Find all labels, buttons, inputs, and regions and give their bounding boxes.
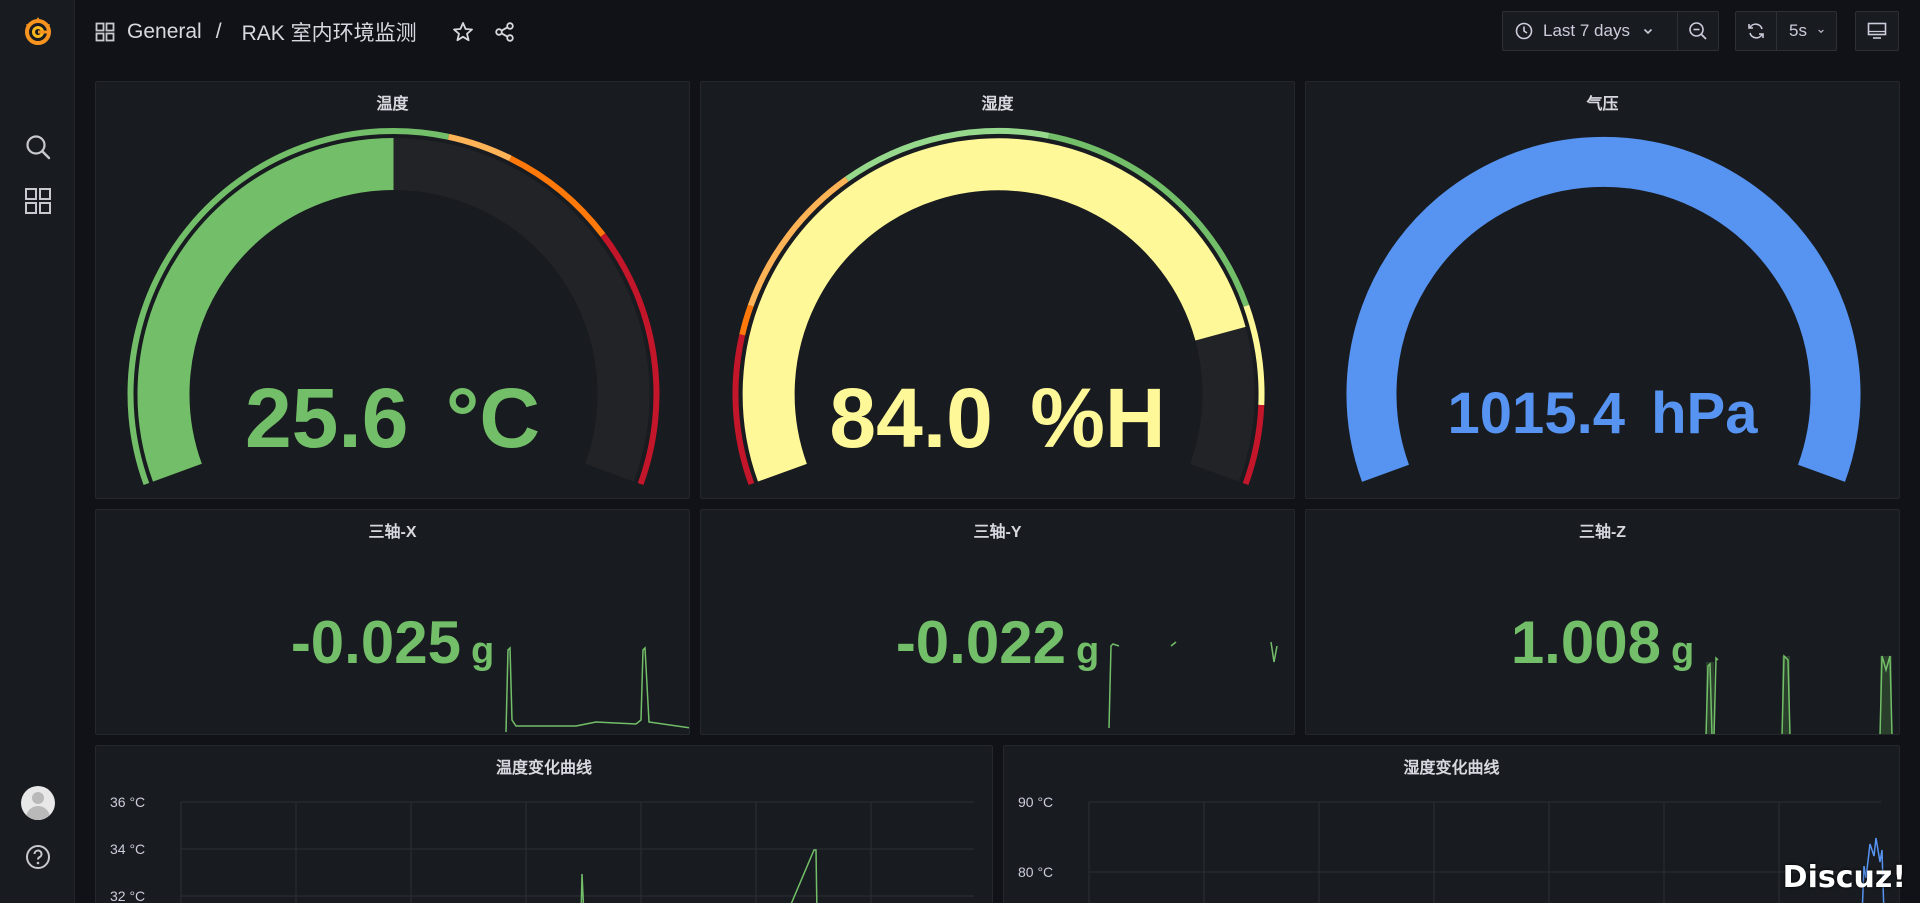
axis-x-number: -0.025 (290, 609, 461, 676)
time-range-label: Last 7 days (1543, 21, 1630, 40)
refresh-button[interactable] (1736, 12, 1776, 50)
refresh-interval-picker[interactable]: 5s (1776, 12, 1837, 50)
axis-y-value: -0.022 g (701, 608, 1294, 677)
chevron-down-icon (1643, 28, 1653, 35)
help-icon[interactable] (0, 832, 75, 882)
axis-y-number: -0.022 (895, 609, 1066, 676)
y-axis-tick: 32 °C (110, 888, 146, 903)
dashboard-title[interactable]: RAK 室内环境监测 (242, 17, 417, 47)
humidity-trend-panel[interactable]: 湿度变化曲线 90 °C 80 °C (1003, 745, 1900, 903)
clock-icon (1515, 22, 1533, 40)
tv-mode-button[interactable] (1855, 11, 1899, 51)
axis-z-stat-panel[interactable]: 三轴-Z 1.008 g (1305, 509, 1900, 735)
refresh-icon (1748, 23, 1764, 39)
zoom-out-icon (1689, 22, 1707, 40)
share-icon[interactable] (489, 16, 521, 48)
search-icon[interactable] (0, 122, 75, 172)
axis-x-stat-panel[interactable]: 三轴-X -0.025 g (95, 509, 690, 735)
time-picker-group: Last 7 days (1502, 11, 1719, 51)
axis-z-unit: g (1670, 630, 1695, 672)
humidity-number: 84.0 (829, 371, 993, 465)
breadcrumb: General / RAK 室内环境监测 (95, 16, 417, 48)
star-icon[interactable] (447, 16, 479, 48)
y-axis-tick: 80 °C (1018, 864, 1054, 880)
axis-y-stat-panel[interactable]: 三轴-Y -0.022 g (700, 509, 1295, 735)
temperature-gauge-panel[interactable]: 温度 25.6 °C (95, 81, 690, 499)
y-axis-tick: 34 °C (110, 841, 146, 857)
temperature-number: 25.6 (244, 371, 409, 465)
pressure-number: 1015.4 (1447, 381, 1625, 446)
dashboard-grid-icon (95, 22, 115, 42)
time-range-picker[interactable]: Last 7 days (1503, 12, 1677, 50)
dashboards-icon[interactable] (0, 176, 75, 226)
humidity-gauge-panel[interactable]: 湿度 84.0 %H (700, 81, 1295, 499)
humidity-value: 84.0 %H (701, 370, 1294, 467)
zoom-out-button[interactable] (1677, 12, 1718, 50)
axis-x-value: -0.025 g (96, 608, 689, 677)
axis-z-value: 1.008 g (1306, 608, 1899, 677)
y-axis-tick: 36 °C (110, 794, 146, 810)
axis-x-unit: g (470, 630, 495, 672)
axis-y-unit: g (1075, 630, 1100, 672)
chevron-down-icon (1818, 29, 1824, 34)
breadcrumb-separator: / (215, 20, 222, 43)
temperature-unit: °C (445, 371, 541, 465)
pressure-unit: hPa (1651, 381, 1758, 446)
user-avatar[interactable] (0, 778, 75, 828)
breadcrumb-folder[interactable]: General (127, 20, 202, 44)
axis-z-number: 1.008 (1510, 609, 1661, 676)
top-navbar: General / RAK 室内环境监测 Last 7 days 5s (75, 0, 1920, 64)
temperature-value: 25.6 °C (96, 370, 689, 467)
temperature-trend-chart (180, 801, 974, 903)
humidity-unit: %H (1030, 371, 1166, 465)
refresh-group: 5s (1735, 11, 1837, 51)
watermark-logo: Discuz! (1782, 860, 1906, 895)
refresh-interval-label: 5s (1789, 21, 1807, 40)
sidebar (0, 0, 75, 903)
y-axis-tick: 90 °C (1018, 794, 1054, 810)
grafana-logo-icon[interactable] (0, 6, 75, 56)
humidity-trend-chart (1088, 801, 1885, 903)
temperature-trend-panel[interactable]: 温度变化曲线 36 °C 34 °C 32 °C (95, 745, 993, 903)
pressure-gauge-panel[interactable]: 气压 1015.4 hPa (1305, 81, 1900, 499)
monitor-icon (1867, 22, 1887, 39)
pressure-value: 1015.4 hPa (1306, 380, 1899, 447)
